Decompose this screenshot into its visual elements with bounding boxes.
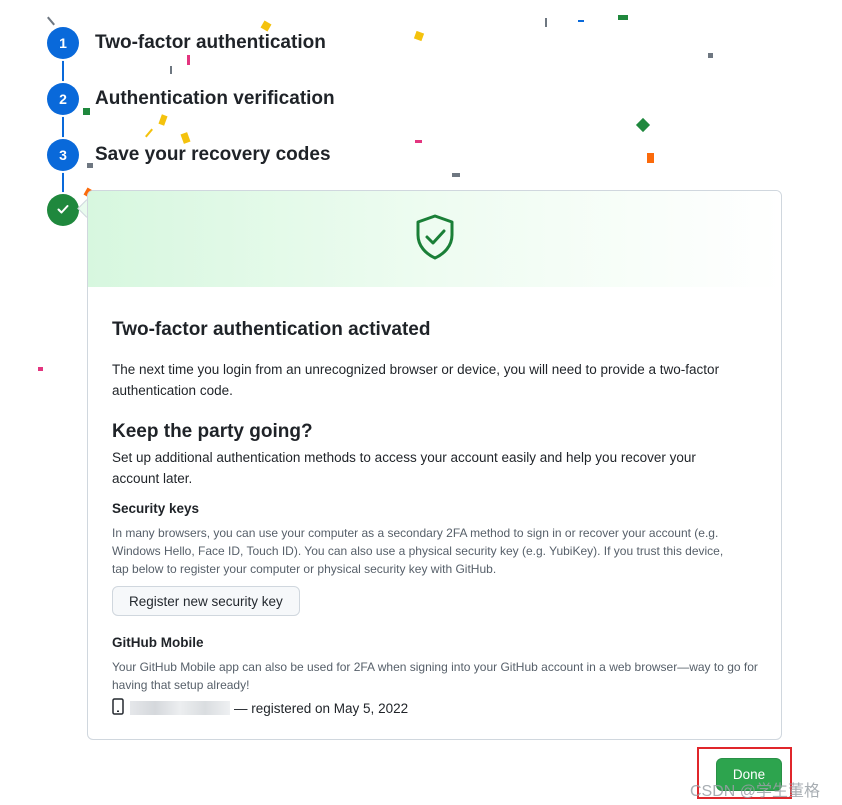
security-keys-text: In many browsers, you can use your compu… bbox=[112, 526, 724, 576]
device-name-redacted bbox=[130, 701, 230, 715]
step-3-number: 3 bbox=[47, 139, 79, 171]
device-registered-text: — registered on May 5, 2022 bbox=[234, 700, 409, 716]
shield-check-icon bbox=[413, 213, 457, 266]
activation-card: Two-factor authentication activated The … bbox=[87, 190, 782, 740]
party-heading: Keep the party going? bbox=[112, 421, 313, 442]
party-text: Set up additional authentication methods… bbox=[112, 450, 696, 486]
step-1-label: Two-factor authentication bbox=[95, 32, 326, 53]
step-2-number: 2 bbox=[47, 83, 79, 115]
registered-device-row: — registered on May 5, 2022 bbox=[112, 698, 408, 718]
github-mobile-heading: GitHub Mobile bbox=[112, 635, 204, 650]
card-title: Two-factor authentication activated bbox=[112, 319, 431, 340]
success-banner bbox=[88, 191, 781, 287]
step-3-label: Save your recovery codes bbox=[95, 144, 331, 165]
check-icon bbox=[55, 201, 71, 220]
step-complete bbox=[47, 194, 79, 226]
card-intro-text: The next time you login from an unrecogn… bbox=[112, 362, 720, 398]
step-1-number: 1 bbox=[47, 27, 79, 59]
step-2-label: Authentication verification bbox=[95, 88, 335, 109]
github-mobile-text: Your GitHub Mobile app can also be used … bbox=[112, 660, 758, 692]
security-keys-heading: Security keys bbox=[112, 501, 200, 516]
steps-connector-line bbox=[62, 42, 64, 212]
mobile-device-icon bbox=[112, 698, 124, 718]
watermark: CSDN @学生董格 bbox=[690, 783, 821, 800]
register-security-key-button[interactable]: Register new security key bbox=[112, 586, 300, 616]
